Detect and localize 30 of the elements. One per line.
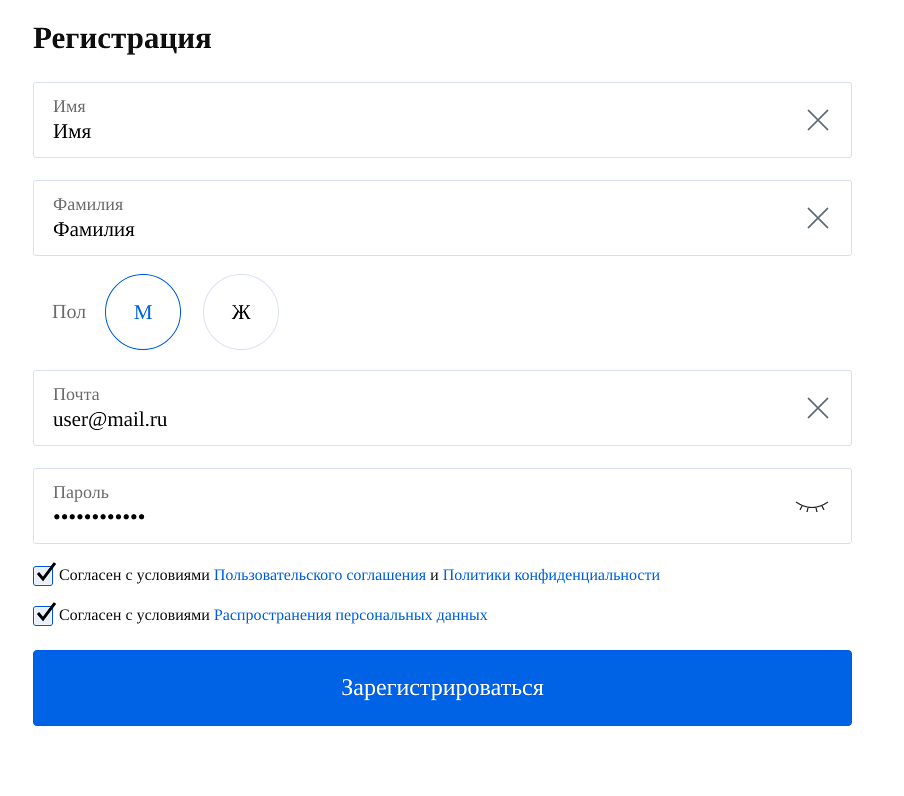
agreement-link[interactable]: Пользовательского соглашения [214,567,426,584]
text-field[interactable]: Фамилия Фамилия [33,180,852,256]
password-field[interactable]: Пароль •••••••••••• [33,468,852,544]
agreement-text: Согласен с условиями Пользовательского соглашения и Политики конфиденциальности [59,567,660,585]
clear-button[interactable] [807,207,829,229]
text-input[interactable]: Фамилия [53,215,807,243]
gender-label: Пол [52,300,86,324]
field-label: Почта [53,383,101,405]
field-label: Имя [53,95,87,117]
close-icon [807,207,829,229]
clear-button[interactable] [807,109,829,131]
gender-option[interactable]: М [105,274,182,350]
field-label: Пароль [53,481,110,503]
agreement-link[interactable]: Политики конфиденциальности [442,567,660,584]
register-button[interactable]: Зарегистрироваться [33,650,852,726]
clear-button[interactable] [807,397,829,419]
text-input[interactable]: Имя [53,117,807,145]
closed-eye-icon [795,499,829,513]
gender-option[interactable]: Ж [203,274,280,350]
text-field[interactable]: Имя Имя [33,82,852,158]
text-input[interactable]: user@mail.ru [53,405,807,433]
page-title: Регистрация [33,19,213,57]
text-field[interactable]: Почта user@mail.ru [33,370,852,446]
close-icon [807,109,829,131]
close-icon [807,397,829,419]
agreement-link[interactable]: Распространения персональных данных [214,607,488,624]
password-input[interactable]: •••••••••••• [53,503,795,531]
show-password-button[interactable] [795,499,829,513]
agreement-text: Согласен с условиями Распространения персональных данных [59,607,488,625]
field-label: Фамилия [53,193,124,215]
